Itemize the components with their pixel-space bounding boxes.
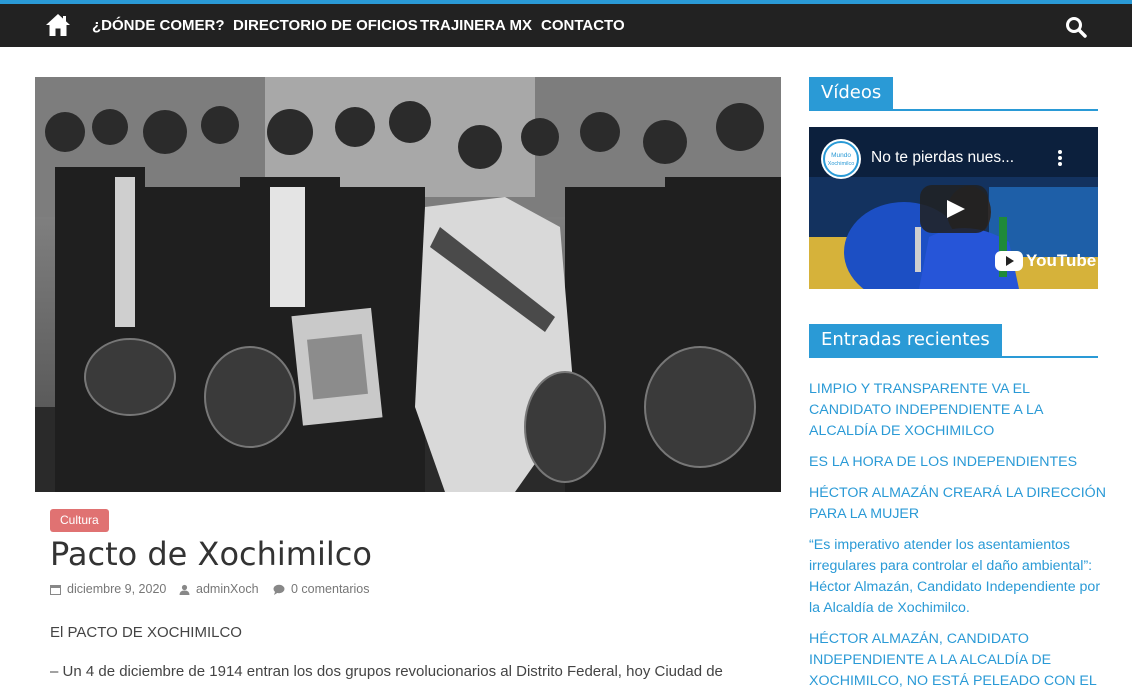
channel-logo-text: Mundo [831,152,851,159]
post-author[interactable]: adminXoch [179,580,259,598]
nav-item-contacto[interactable]: CONTACTO [541,4,625,47]
post-author-text: adminXoch [196,582,259,596]
post-comments-text: 0 comentarios [291,582,370,596]
videos-widget-header: Vídeos [809,77,1098,111]
featured-image[interactable] [35,77,781,492]
video-embed[interactable]: Mundo Xochimilco No te pierdas nues... Y… [809,127,1098,289]
main-navbar: ¿DÓNDE COMER? DIRECTORIO DE OFICIOS TRAJ… [0,4,1132,47]
video-title[interactable]: No te pierdas nues... [871,149,1014,167]
recent-post-link[interactable]: ES LA HORA DE LOS INDEPENDIENTES [809,452,1109,473]
svg-text:Xochimilco: Xochimilco [828,161,855,167]
category-badge[interactable]: Cultura [50,509,109,532]
play-button[interactable] [920,185,988,233]
recent-post-link[interactable]: LIMPIO Y TRANSPARENTE VA EL CANDIDATO IN… [809,379,1109,442]
nav-item-directorio-oficios[interactable]: DIRECTORIO DE OFICIOS [233,4,418,47]
nav-item-trajinera-mx[interactable]: TRAJINERA MX [420,4,532,47]
recent-widget-title: Entradas recientes [809,324,1002,356]
youtube-wordmark: YouTube [1026,251,1097,270]
user-icon [179,584,190,595]
more-vertical-icon[interactable] [1057,149,1063,167]
post-comments[interactable]: 0 comentarios [273,580,370,598]
home-icon[interactable] [45,13,71,37]
recent-post-link[interactable]: HÉCTOR ALMAZÁN CREARÁ LA DIRECCIÓN PARA … [809,483,1109,525]
post-title: Pacto de Xochimilco [50,535,372,573]
channel-logo[interactable]: Mundo Xochimilco [821,139,861,179]
recent-widget-header: Entradas recientes [809,324,1098,358]
play-icon [947,200,965,218]
recent-post-link[interactable]: HÉCTOR ALMAZÁN, CANDIDATO INDEPENDIENTE … [809,629,1109,690]
recent-post-link[interactable]: “Es imperativo atender los asentamientos… [809,535,1109,619]
youtube-logo[interactable]: YouTube [995,249,1096,273]
post-date[interactable]: diciembre 9, 2020 [50,580,166,598]
comment-icon [273,584,285,595]
nav-item-donde-comer[interactable]: ¿DÓNDE COMER? [92,4,225,47]
post-paragraph: El PACTO DE XOCHIMILCO [50,624,242,641]
youtube-icon [995,251,1023,271]
post-date-text: diciembre 9, 2020 [67,582,167,596]
post-paragraph: – Un 4 de diciembre de 1914 entran los d… [50,663,723,680]
calendar-icon [50,584,61,595]
videos-widget-title: Vídeos [809,77,894,109]
search-icon[interactable] [1065,16,1087,38]
